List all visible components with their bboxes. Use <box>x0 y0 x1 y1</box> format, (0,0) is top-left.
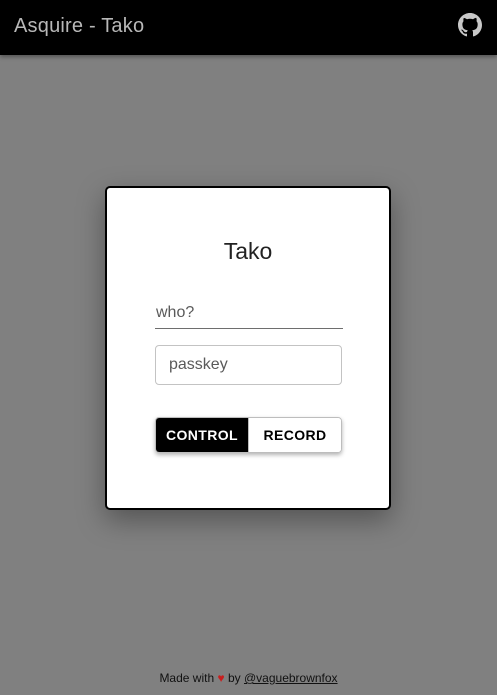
app-title: Asquire - Tako <box>14 15 145 37</box>
control-button[interactable]: CONTROL <box>156 418 248 452</box>
footer-by: by <box>227 671 241 685</box>
footer-prefix: Made with <box>159 671 215 685</box>
login-card: Tako CONTROL RECORD <box>105 186 391 510</box>
footer: Made with ♥ by @vaguebrownfox <box>0 671 497 685</box>
who-input[interactable] <box>155 298 343 329</box>
record-button[interactable]: RECORD <box>248 418 341 452</box>
author-link[interactable]: @vaguebrownfox <box>244 671 338 685</box>
heart-icon: ♥ <box>217 671 225 685</box>
passkey-input[interactable] <box>155 345 342 385</box>
card-title: Tako <box>223 238 273 264</box>
mode-toggle: CONTROL RECORD <box>155 417 342 453</box>
github-icon[interactable] <box>458 13 482 37</box>
top-app-bar: Asquire - Tako <box>0 0 497 55</box>
